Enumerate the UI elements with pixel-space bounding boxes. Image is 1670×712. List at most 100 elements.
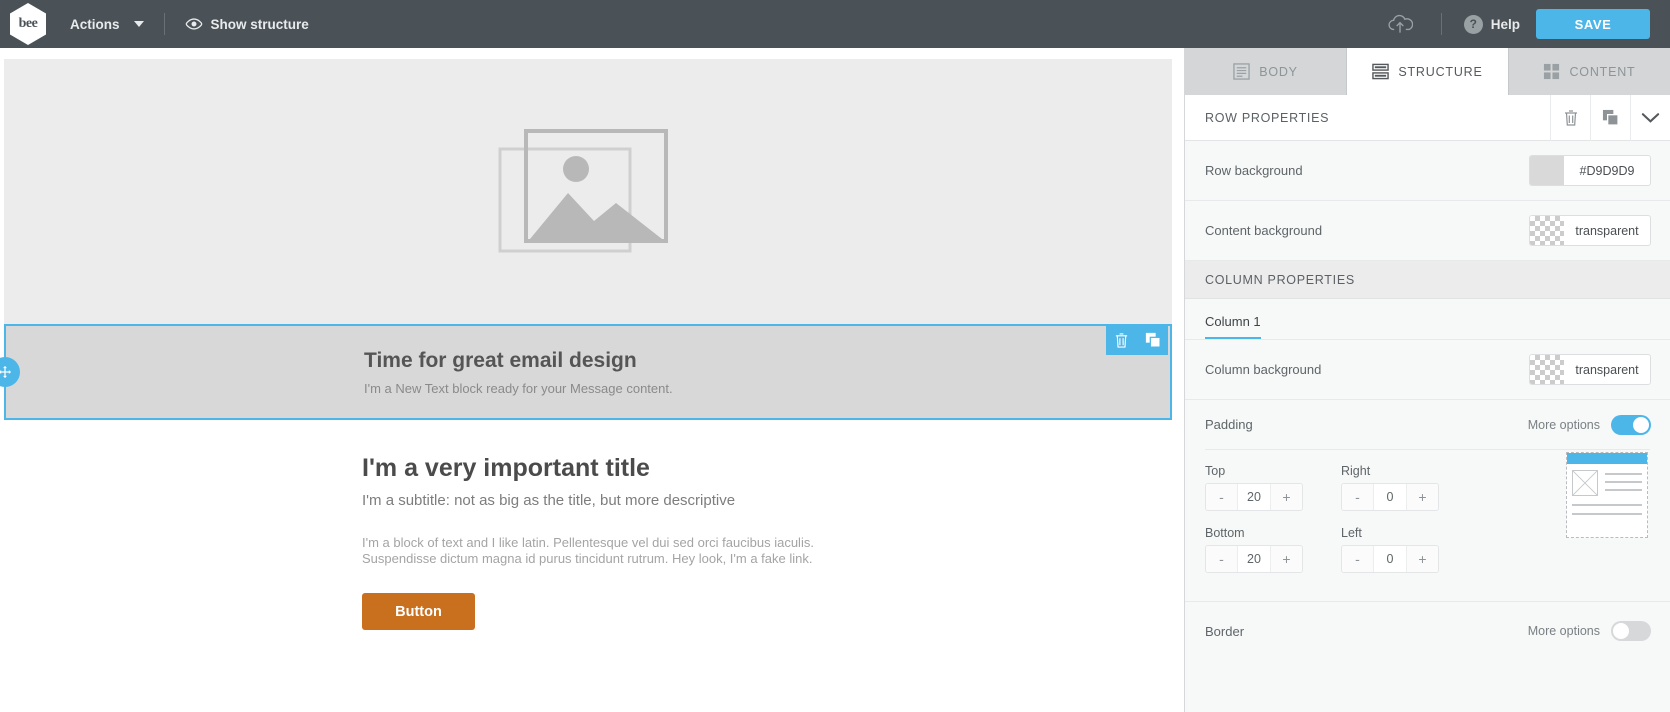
padding-top-minus[interactable]: -	[1206, 484, 1237, 510]
tab-body[interactable]: BODY	[1185, 48, 1347, 95]
bee-editor-app: bee Actions Show structure ? Help SAVE T…	[0, 0, 1670, 712]
email-row-selected[interactable]: Time for great email design I'm a New Te…	[0, 324, 1172, 420]
duplicate-icon	[1145, 332, 1161, 348]
body-icon	[1233, 63, 1250, 80]
email-canvas[interactable]: Time for great email design I'm a New Te…	[0, 48, 1184, 712]
column-properties-header: COLUMN PROPERTIES	[1185, 261, 1670, 299]
border-more-options-label: More options	[1527, 624, 1600, 638]
selected-row-content: Time for great email design I'm a New Te…	[6, 348, 673, 395]
padding-left-plus[interactable]: +	[1407, 546, 1438, 572]
preview-lower-lines	[1567, 496, 1647, 515]
actions-menu-button[interactable]: Actions	[56, 0, 158, 48]
border-label: Border	[1205, 623, 1245, 639]
row-toolbar	[1106, 325, 1168, 355]
tab-body-label: BODY	[1259, 64, 1298, 79]
padding-top-label: Top	[1205, 464, 1226, 478]
panel-delete-button[interactable]	[1550, 94, 1590, 141]
tab-structure-label: STRUCTURE	[1398, 64, 1483, 79]
chevron-down-icon	[1641, 112, 1660, 123]
content-cta-button[interactable]: Button	[362, 593, 475, 631]
panel-collapse-button[interactable]	[1630, 94, 1670, 141]
bee-logo[interactable]: bee	[0, 0, 56, 48]
row-delete-button[interactable]	[1106, 325, 1137, 355]
cloud-upload-icon[interactable]	[1387, 14, 1413, 34]
email-row-image[interactable]	[4, 59, 1172, 324]
duplicate-icon	[1602, 109, 1619, 126]
padding-left-label: Left	[1341, 526, 1362, 540]
padding-bottom-plus[interactable]: +	[1271, 546, 1302, 572]
column-background-field[interactable]: Column background transparent	[1185, 340, 1670, 400]
padding-right-plus[interactable]: +	[1407, 484, 1438, 510]
toggle-knob	[1613, 623, 1629, 639]
padding-right-minus[interactable]: -	[1342, 484, 1373, 510]
row-properties-title: ROW PROPERTIES	[1205, 110, 1330, 125]
tab-content[interactable]: CONTENT	[1509, 48, 1670, 95]
padding-bottom-minus[interactable]: -	[1206, 546, 1237, 572]
content-background-field[interactable]: Content background transparent	[1185, 201, 1670, 261]
column-background-color-picker[interactable]: transparent	[1529, 354, 1651, 385]
tab-structure[interactable]: STRUCTURE	[1347, 48, 1509, 95]
chevron-down-icon	[133, 21, 144, 27]
selected-row-title: Time for great email design	[364, 349, 637, 373]
preview-line	[1572, 513, 1642, 515]
preview-line	[1605, 473, 1642, 475]
column-properties-title: COLUMN PROPERTIES	[1205, 272, 1355, 287]
row-background-color-picker[interactable]: #D9D9D9	[1529, 155, 1651, 186]
structure-icon	[1372, 63, 1390, 80]
content-paragraph: I'm a block of text and I like latin. Pe…	[362, 534, 814, 566]
content-background-color-picker[interactable]: transparent	[1529, 215, 1651, 246]
email-stage: Time for great email design I'm a New Te…	[0, 59, 1172, 631]
preview-top-bar	[1567, 453, 1647, 464]
help-button[interactable]: ? Help	[1448, 14, 1536, 34]
row-properties-header: ROW PROPERTIES	[1185, 94, 1670, 141]
transparent-swatch	[1530, 355, 1564, 384]
padding-top-plus[interactable]: +	[1271, 484, 1302, 510]
padding-right-value[interactable]: 0	[1373, 484, 1407, 510]
logo-text: bee	[18, 16, 38, 31]
show-structure-toggle[interactable]: Show structure	[171, 0, 323, 48]
padding-left-cell: Left - 0 +	[1341, 526, 1477, 583]
selected-row-subtitle: I'm a New Text block ready for your Mess…	[364, 380, 673, 396]
email-row-content[interactable]: I'm a very important title I'm a subtitl…	[4, 420, 1172, 631]
delete-icon	[1564, 109, 1577, 126]
content-title: I'm a very important title	[362, 454, 650, 482]
padding-more-options-toggle[interactable]	[1611, 414, 1651, 435]
border-more-options-toggle[interactable]	[1611, 621, 1651, 641]
column-background-label: Column background	[1205, 362, 1322, 377]
save-button[interactable]: SAVE	[1536, 9, 1650, 39]
padding-bottom-value[interactable]: 20	[1237, 546, 1271, 572]
move-icon	[0, 365, 12, 379]
row-duplicate-button[interactable]	[1137, 325, 1168, 355]
padding-left-stepper[interactable]: - 0 +	[1341, 545, 1439, 573]
padding-bottom-stepper[interactable]: - 20 +	[1205, 545, 1303, 573]
padding-right-stepper[interactable]: - 0 +	[1341, 483, 1439, 511]
top-toolbar: bee Actions Show structure ? Help SAVE	[0, 0, 1670, 48]
column-tabs: Column 1	[1185, 299, 1670, 340]
padding-left-minus[interactable]: -	[1342, 546, 1373, 572]
show-structure-label: Show structure	[210, 16, 309, 32]
padding-more-options-label: More options	[1527, 417, 1600, 432]
content-subtitle: I'm a subtitle: not as big as the title,…	[362, 491, 736, 509]
image-placeholder-icon	[498, 127, 678, 257]
preview-text-lines	[1605, 470, 1642, 496]
panel-tabs: BODY STRUCTURE CONTENT	[1185, 48, 1670, 95]
padding-right-cell: Right - 0 +	[1341, 464, 1477, 521]
padding-preview-diagram	[1566, 452, 1648, 538]
padding-top-value[interactable]: 20	[1237, 484, 1271, 510]
padding-header: Padding More options	[1185, 400, 1670, 449]
row-background-label: Row background	[1205, 163, 1303, 178]
row-background-field[interactable]: Row background #D9D9D9	[1185, 141, 1670, 201]
preview-image-box	[1572, 470, 1598, 496]
border-section: Border More options	[1185, 602, 1670, 660]
panel-duplicate-button[interactable]	[1590, 94, 1630, 141]
row-properties-actions	[1550, 94, 1670, 141]
padding-left-value[interactable]: 0	[1373, 546, 1407, 572]
padding-top-cell: Top - 20 +	[1205, 464, 1341, 521]
padding-top-stepper[interactable]: - 20 +	[1205, 483, 1303, 511]
toolbar-divider-2	[1440, 13, 1442, 35]
column-tab-1[interactable]: Column 1	[1205, 314, 1261, 339]
preview-line	[1605, 489, 1642, 491]
content-icon	[1544, 63, 1560, 80]
padding-bottom-label: Bottom	[1205, 526, 1245, 540]
question-mark-icon: ?	[1463, 14, 1483, 34]
